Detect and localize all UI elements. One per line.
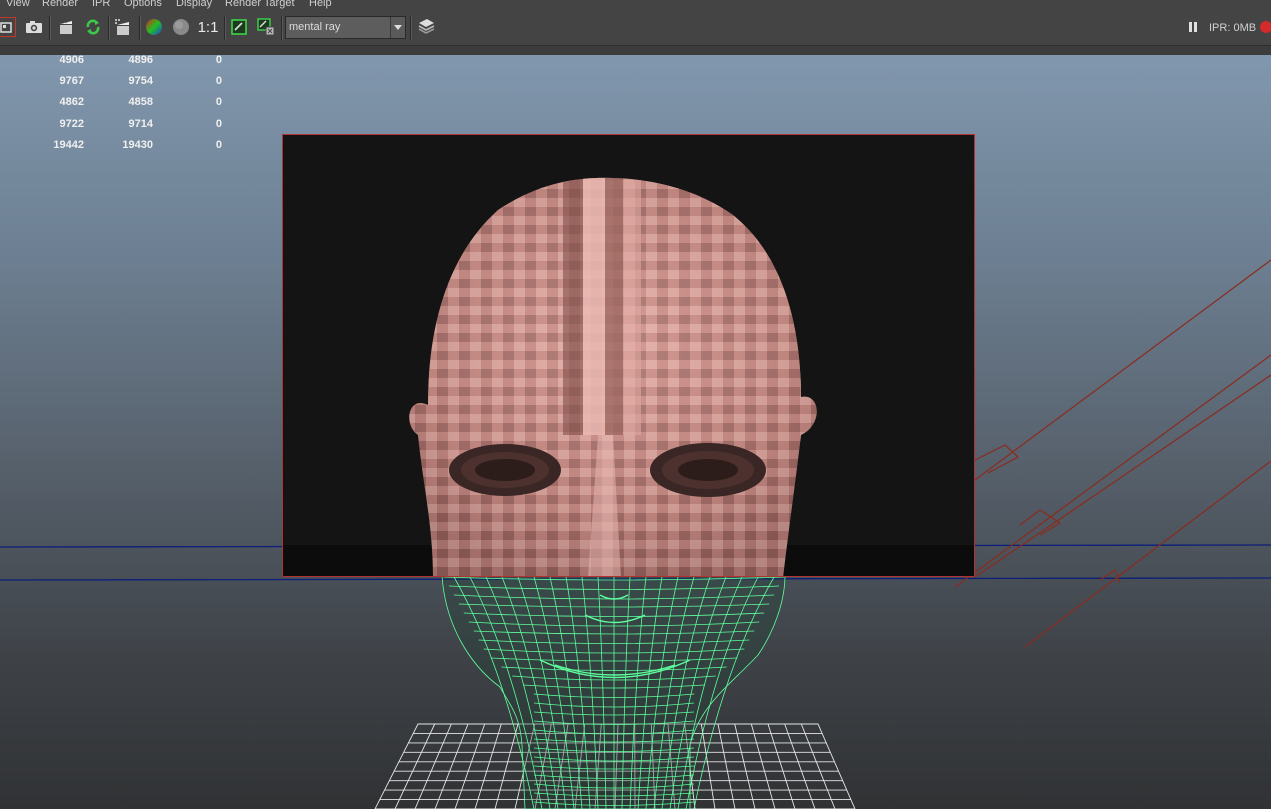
stat-cell: 0 bbox=[215, 55, 222, 66]
camera-lines bbox=[954, 259, 1271, 648]
toolbar-separator bbox=[410, 16, 412, 40]
menu-bar: View Render IPR Options Display Render T… bbox=[0, 0, 1271, 11]
stat-cell: 19442 bbox=[53, 139, 84, 151]
pause-ipr-icon[interactable] bbox=[1186, 17, 1200, 37]
ipr-memory-label: IPR: 0MB bbox=[1209, 22, 1257, 34]
menu-render-target[interactable]: Render Target bbox=[225, 0, 295, 9]
stat-cell: 0 bbox=[215, 96, 222, 108]
render-view-window: View Render IPR Options Display Render T… bbox=[0, 0, 1271, 809]
alpha-channel-icon[interactable] bbox=[171, 17, 191, 37]
toolbar-separator bbox=[139, 16, 141, 40]
real-size-button[interactable]: 1:1 bbox=[197, 17, 219, 37]
stat-cell: 0 bbox=[215, 118, 222, 130]
stop-render-icon[interactable] bbox=[1259, 17, 1271, 37]
rendered-head-image bbox=[283, 135, 974, 576]
menu-render[interactable]: Render bbox=[42, 0, 78, 9]
stat-cell: 9714 bbox=[128, 118, 153, 130]
render-region[interactable] bbox=[282, 134, 975, 577]
toolbar-separator bbox=[281, 16, 283, 40]
stat-cell: 4896 bbox=[128, 55, 153, 66]
stat-cell: 4858 bbox=[128, 96, 153, 108]
render-settings-icon[interactable] bbox=[113, 17, 133, 37]
render-sequence-icon[interactable] bbox=[0, 17, 16, 37]
rgb-channels-icon[interactable] bbox=[144, 17, 164, 37]
snapshot-icon[interactable] bbox=[24, 17, 44, 37]
clapper-icon[interactable] bbox=[56, 17, 76, 37]
viewport-3d[interactable]: 4906 4896 0 9767 9754 0 4862 4858 0 9722… bbox=[0, 55, 1271, 809]
renderer-dropdown[interactable]: mental ray bbox=[285, 16, 406, 39]
stat-cell: 4906 bbox=[59, 55, 84, 66]
menu-ipr[interactable]: IPR bbox=[92, 0, 110, 9]
stat-cell: 9754 bbox=[128, 75, 153, 87]
dropdown-arrow-icon[interactable] bbox=[390, 17, 405, 38]
menu-display[interactable]: Display bbox=[176, 0, 212, 9]
stat-cell: 0 bbox=[215, 139, 222, 151]
stat-cell: 4862 bbox=[59, 96, 84, 108]
stat-cell: 9722 bbox=[59, 118, 84, 130]
menu-view[interactable]: View bbox=[6, 0, 30, 9]
renderer-value: mental ray bbox=[289, 21, 341, 33]
refresh-ipr-icon[interactable] bbox=[83, 17, 103, 37]
stat-cell: 19430 bbox=[122, 139, 153, 151]
menu-help[interactable]: Help bbox=[309, 0, 332, 9]
render-region-icon[interactable] bbox=[229, 17, 249, 37]
toolbar-separator bbox=[49, 16, 51, 40]
render-view-icon[interactable] bbox=[416, 17, 436, 37]
stat-cell: 9767 bbox=[59, 75, 84, 87]
menu-options[interactable]: Options bbox=[124, 0, 162, 9]
stat-cell: 0 bbox=[215, 75, 222, 87]
toolbar-separator bbox=[108, 16, 110, 40]
ratio-label: 1:1 bbox=[197, 18, 219, 36]
toolbar: 1:1 mental ray IPR: 0MB bbox=[0, 11, 1271, 46]
keep-image-icon[interactable] bbox=[256, 17, 276, 37]
toolbar-separator bbox=[224, 16, 226, 40]
wireframe-head bbox=[441, 574, 786, 809]
